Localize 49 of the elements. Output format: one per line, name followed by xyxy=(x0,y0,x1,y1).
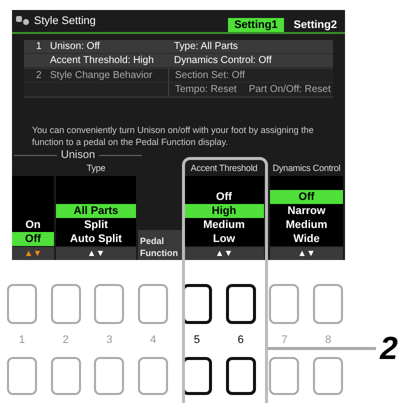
button-number: 6 xyxy=(238,333,244,348)
settings-row[interactable]: 1 Unison: Off Type: All Parts Accent Threshold: High Dynamics Control: Off xyxy=(24,40,333,69)
option-item[interactable]: Off xyxy=(184,190,264,204)
panel-button[interactable] xyxy=(226,356,256,394)
tab[interactable]: Setting1 xyxy=(228,18,284,32)
button-number: 2 xyxy=(62,333,69,348)
setting-label: Style Change Behavior xyxy=(50,70,152,81)
option-item[interactable]: All Parts xyxy=(56,204,136,218)
button-number: 8 xyxy=(325,333,332,348)
option-item[interactable]: Auto Split xyxy=(56,232,136,246)
up-down-arrows[interactable]: ▲▼ xyxy=(56,247,136,260)
button-number: 1 xyxy=(18,333,25,348)
tab[interactable]: Setting2 xyxy=(288,18,343,32)
row-number: 1 xyxy=(36,41,42,52)
option-item[interactable]: Split xyxy=(56,218,136,232)
row-number: 2 xyxy=(36,70,42,81)
step-number: 2 xyxy=(380,330,398,366)
up-down-arrows[interactable]: ▲▼ xyxy=(12,247,54,260)
option-item[interactable]: Off xyxy=(270,190,343,204)
option-item[interactable]: Medium xyxy=(270,218,343,232)
option-item[interactable]: Off xyxy=(12,232,54,246)
setting-value: Part On/Off: Reset xyxy=(248,83,331,96)
option-item[interactable]: High xyxy=(184,204,264,218)
setting-value: Tempo: Reset xyxy=(175,83,237,96)
group-label: Unison xyxy=(60,149,96,162)
column-heading: Dynamics Control xyxy=(272,162,340,174)
settings-row[interactable]: 2 Style Change Behavior Section Set: Off Tempo: Reset Part On/Off: Reset xyxy=(24,69,333,98)
up-down-arrows[interactable]: ▲▼ xyxy=(184,247,264,260)
setting-value: Type: All Parts xyxy=(174,40,238,53)
setting-label: Unison: Off xyxy=(50,41,100,52)
button-number: 7 xyxy=(281,333,288,348)
option-item[interactable]: Narrow xyxy=(270,204,343,218)
info-message: You can conveniently turn Unison on/off with your foot by assigning the function to a pedal on the Pedal Function display. xyxy=(32,124,315,148)
window-title: Style Setting xyxy=(34,14,96,29)
option-item[interactable]: On xyxy=(12,218,54,232)
button-number: 4 xyxy=(150,333,156,348)
setting-label: Accent Threshold: High xyxy=(50,55,154,66)
setting-value: Dynamics Control: Off xyxy=(174,54,272,67)
up-down-arrows[interactable]: ▲▼ xyxy=(270,247,343,260)
option-item[interactable]: Medium xyxy=(184,218,264,232)
option-item[interactable]: Wide xyxy=(270,232,343,246)
column-heading: Accent Threshold xyxy=(190,162,258,174)
pedal-function-button[interactable]: Pedal Function xyxy=(138,230,182,260)
option-item[interactable]: Low xyxy=(184,232,264,246)
button-number: 5 xyxy=(194,333,200,348)
column-heading: Type xyxy=(86,162,106,174)
panel-button[interactable] xyxy=(226,284,256,324)
setting-value: Section Set: Off xyxy=(175,69,245,82)
button-number: 3 xyxy=(106,333,112,348)
